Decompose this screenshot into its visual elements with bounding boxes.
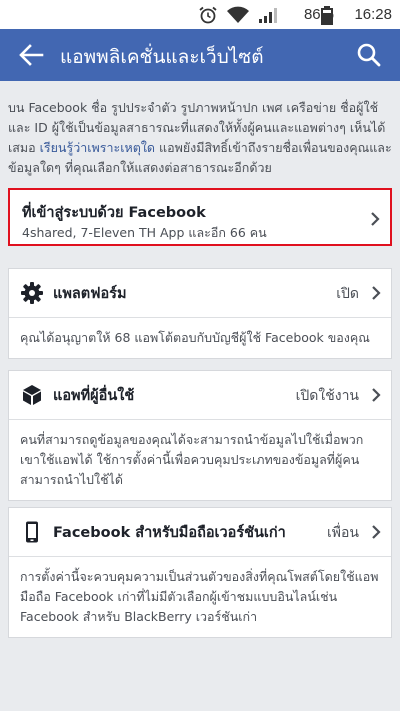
page-title: แอพพลิเคชั่นและเว็บไซต์ [60,46,264,68]
old-mobile-versions-card: Facebook สำหรับมือถือเวอร์ชันเก่า เพื่อน… [8,507,392,638]
chevron-right-icon [372,388,381,402]
search-icon[interactable] [356,42,382,68]
signal-icon [259,8,277,23]
apps-others-use-label: แอพที่ผู้อื่นใช้ [53,388,135,404]
old-mobile-versions-description: การตั้งค่านี้จะควบคุมความเป็นส่วนตัวของส… [9,556,391,637]
facebook-login-apps: 4shared, 7-Eleven TH App และอีก 66 คน [22,225,267,240]
old-mobile-versions-label: Facebook สำหรับมือถือเวอร์ชันเก่า [53,525,286,541]
old-mobile-versions-audience: เพื่อน [327,525,359,541]
arrow-left-icon[interactable] [18,43,44,67]
platform-description: คุณได้อนุญาตให้ 68 แอพโต้ตอบกับบัญชีผู้ใ… [9,317,391,358]
intro-text: บน Facebook ชื่อ รูปประจำตัว รูปภาพหน้าป… [8,98,394,178]
battery-icon [321,6,333,25]
phone-icon [26,521,38,543]
apps-others-use-card: แอพที่ผู้อื่นใช้ เปิดใช้งาน คนที่สามารถด… [8,370,392,501]
chevron-right-icon [371,212,380,226]
wifi-icon [227,6,249,23]
platform-row[interactable]: แพลตฟอร์ม เปิด [9,269,391,317]
clock: 16:28 [354,6,392,23]
cube-icon [23,385,41,405]
gear-icon [21,282,43,304]
platform-card: แพลตฟอร์ม เปิด คุณได้อนุญาตให้ 68 แอพโต้… [8,268,392,359]
app-bar: แอพพลิเคชั่นและเว็บไซต์ [0,29,400,81]
status-bar: 86% 16:28 [0,0,400,29]
apps-others-use-row[interactable]: แอพที่ผู้อื่นใช้ เปิดใช้งาน [9,371,391,419]
alarm-icon [199,6,217,24]
apps-others-use-description: คนที่สามารถดูข้อมูลของคุณได้จะสามารถนำข้… [9,419,391,500]
old-mobile-versions-row[interactable]: Facebook สำหรับมือถือเวอร์ชันเก่า เพื่อน [9,508,391,556]
apps-others-use-status: เปิดใช้งาน [295,388,359,404]
learn-why-link[interactable]: เรียนรู้ว่าเพราะเหตุใด [40,140,155,155]
chevron-right-icon [372,286,381,300]
facebook-login-title: ที่เข้าสู่ระบบด้วย Facebook [22,205,206,221]
chevron-right-icon [372,525,381,539]
platform-label: แพลตฟอร์ม [53,286,127,302]
facebook-login-card[interactable]: ที่เข้าสู่ระบบด้วย Facebook 4shared, 7-E… [8,188,392,246]
platform-status: เปิด [336,286,359,302]
